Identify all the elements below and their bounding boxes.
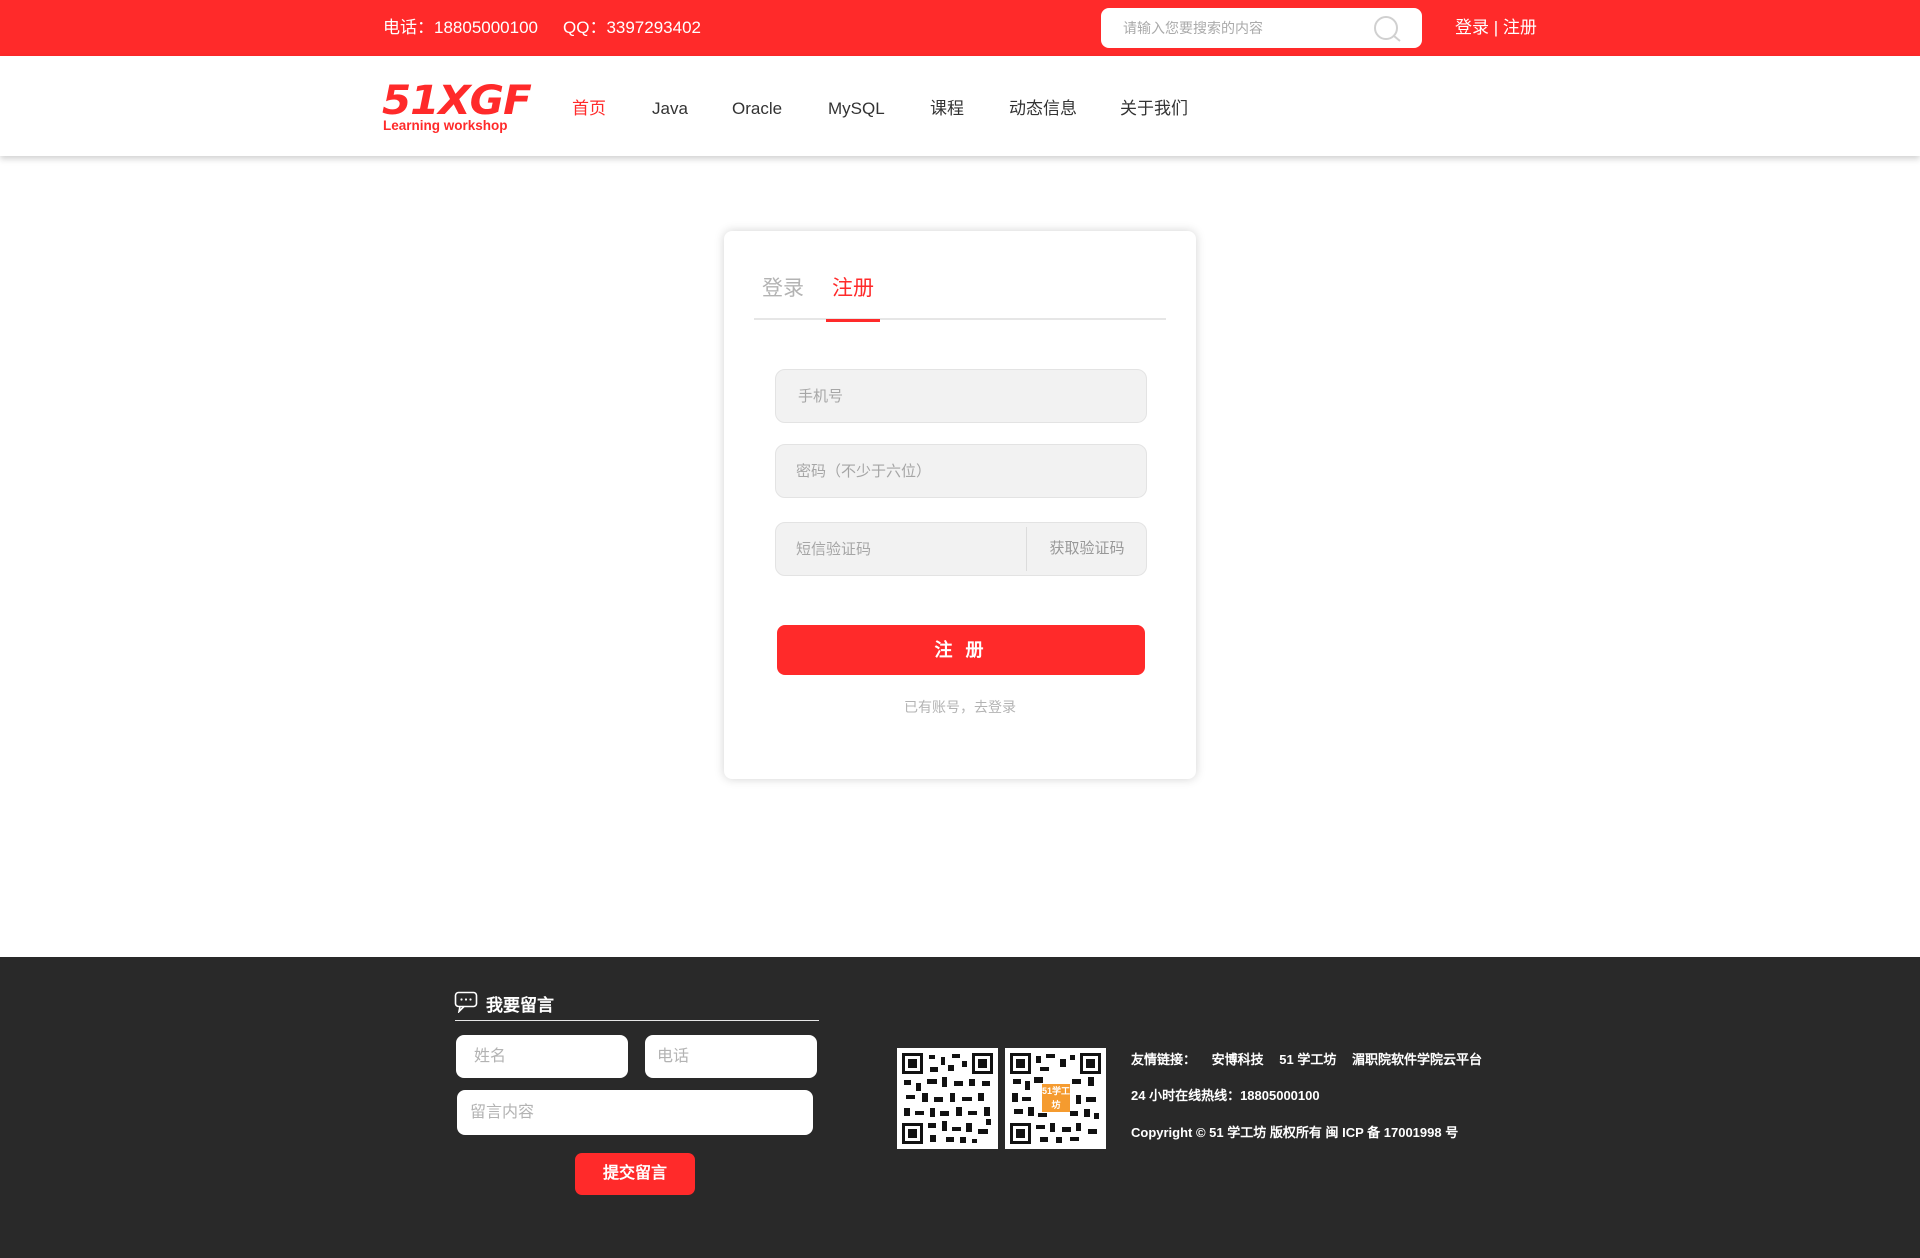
contact-qq: QQ：3397293402	[563, 18, 701, 37]
friend-links: 友情链接： 安博科技 51 学工坊 湄职院软件学院云平台	[1131, 1049, 1482, 1068]
friend-link-cloud[interactable]: 湄职院软件学院云平台	[1352, 1052, 1482, 1067]
nav-item-about[interactable]: 关于我们	[1120, 56, 1188, 156]
auth-separator: |	[1493, 18, 1499, 37]
message-title-text: 我要留言	[486, 996, 554, 1015]
msg-name-input[interactable]	[456, 1035, 628, 1078]
register-button[interactable]: 注 册	[777, 625, 1145, 675]
copyright: Copyright © 51 学工坊 版权所有 闽 ICP 备 17001998…	[1131, 1125, 1459, 1140]
nav-item-oracle[interactable]: Oracle	[732, 56, 782, 156]
nav-item-news[interactable]: 动态信息	[1009, 56, 1077, 156]
password-input[interactable]	[776, 445, 1146, 497]
contact-phone: 电话：18805000100	[383, 18, 539, 37]
auth-links: 登录 | 注册	[1455, 0, 1537, 56]
qr-pattern-1	[902, 1053, 993, 1144]
message-divider	[455, 1020, 819, 1021]
friend-link-51xgf[interactable]: 51 学工坊	[1279, 1052, 1336, 1067]
site-logo[interactable]: 51XGF Learning workshop	[382, 78, 532, 134]
nav-item-mysql[interactable]: MySQL	[828, 56, 885, 156]
sms-code-input[interactable]	[776, 523, 1026, 575]
msg-content-input[interactable]	[457, 1090, 813, 1135]
phone-field-wrap	[775, 369, 1147, 423]
tab-login[interactable]: 登录	[762, 271, 804, 320]
logo-subtitle: Learning workshop	[383, 118, 508, 133]
tab-register[interactable]: 注册	[826, 271, 880, 322]
top-login-link[interactable]: 登录	[1455, 18, 1489, 37]
qr-code-2: 51学工坊	[1005, 1048, 1106, 1149]
auth-tabs: 登录 注册	[754, 271, 1166, 322]
friend-links-label: 友情链接：	[1131, 1052, 1197, 1067]
search-input[interactable]	[1123, 8, 1373, 48]
footer: 我要留言 提交留言	[0, 957, 1920, 1258]
get-code-button[interactable]: 获取验证码	[1027, 523, 1147, 575]
top-bar: 电话：18805000100 QQ：3397293402 登录 | 注册	[0, 0, 1920, 56]
submit-message-button[interactable]: 提交留言	[575, 1153, 695, 1195]
nav-item-java[interactable]: Java	[652, 56, 688, 156]
qr-logo-badge: 51学工坊	[1042, 1084, 1071, 1112]
register-card: 登录 注册 获取验证码 注 册 已有账号，去登录	[724, 231, 1196, 779]
go-login-link[interactable]: 已有账号，去登录	[724, 697, 1196, 717]
password-field-wrap	[775, 444, 1147, 498]
sms-code-field-wrap: 获取验证码	[775, 522, 1147, 576]
friend-link-anbo[interactable]: 安博科技	[1212, 1052, 1264, 1067]
qr-code-1	[897, 1048, 998, 1149]
search-icon[interactable]	[1373, 15, 1403, 43]
nav-item-courses[interactable]: 课程	[930, 56, 964, 156]
message-title: 我要留言	[455, 991, 554, 1016]
msg-tel-input[interactable]	[645, 1035, 817, 1078]
phone-input[interactable]	[776, 370, 1146, 422]
search-box	[1101, 8, 1422, 48]
top-register-link[interactable]: 注册	[1503, 18, 1537, 37]
nav-item-home[interactable]: 首页	[572, 56, 606, 156]
hotline: 24 小时在线热线：18805000100	[1131, 1088, 1320, 1103]
main-nav: 51XGF Learning workshop 首页 Java Oracle M…	[0, 56, 1920, 156]
